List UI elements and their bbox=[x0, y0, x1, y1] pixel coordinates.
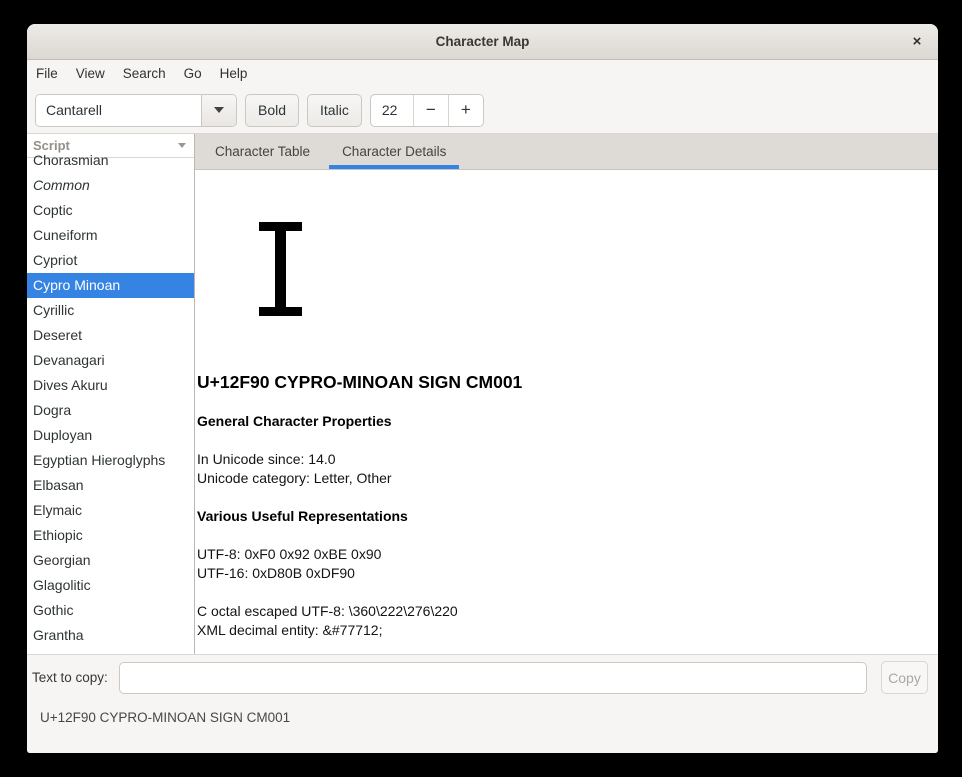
script-list-item-georgian[interactable]: Georgian bbox=[27, 548, 194, 573]
copy-button[interactable]: Copy bbox=[881, 661, 928, 694]
font-family-combo[interactable]: Cantarell bbox=[35, 94, 237, 127]
script-list-item-cyrillic[interactable]: Cyrillic bbox=[27, 298, 194, 323]
spacer bbox=[197, 583, 938, 602]
close-button[interactable]: × bbox=[904, 29, 930, 55]
main-pane: Character TableCharacter Details U+12F90… bbox=[195, 134, 938, 654]
menu-search[interactable]: Search bbox=[114, 60, 175, 87]
chevron-down-icon bbox=[214, 107, 224, 113]
bold-button[interactable]: Bold bbox=[245, 94, 299, 127]
text-to-copy-label: Text to copy: bbox=[32, 670, 108, 685]
script-list-item-gothic[interactable]: Gothic bbox=[27, 598, 194, 623]
font-family-dropdown-button[interactable] bbox=[202, 95, 236, 126]
text-to-copy-input[interactable] bbox=[119, 662, 867, 694]
minus-icon: − bbox=[426, 100, 436, 120]
script-list-item-grantha[interactable]: Grantha bbox=[27, 623, 194, 648]
status-text: U+12F90 CYPRO-MINOAN SIGN CM001 bbox=[40, 710, 290, 725]
section-heading-general-character-properties: General Character Properties bbox=[197, 412, 938, 431]
italic-button[interactable]: Italic bbox=[307, 94, 362, 127]
tabbar: Character TableCharacter Details bbox=[195, 134, 938, 170]
close-icon: × bbox=[913, 33, 922, 50]
window-title: Character Map bbox=[436, 34, 530, 49]
statusbar: U+12F90 CYPRO-MINOAN SIGN CM001 bbox=[27, 700, 938, 753]
font-size-value[interactable]: 22 bbox=[371, 95, 413, 126]
script-list-item-duployan[interactable]: Duployan bbox=[27, 423, 194, 448]
character-properties: General Character Properties In Unicode s… bbox=[197, 393, 938, 640]
property-line: In Unicode since: 14.0 bbox=[197, 450, 938, 469]
spacer bbox=[197, 488, 938, 507]
script-list-item-dogra[interactable]: Dogra bbox=[27, 398, 194, 423]
script-list-item-egyptian-hieroglyphs[interactable]: Egyptian Hieroglyphs bbox=[27, 448, 194, 473]
spacer bbox=[197, 526, 938, 545]
plus-icon: + bbox=[461, 100, 471, 120]
script-list-item-glagolitic[interactable]: Glagolitic bbox=[27, 573, 194, 598]
property-line: UTF-8: 0xF0 0x92 0xBE 0x90 bbox=[197, 545, 938, 564]
script-list-item-elymaic[interactable]: Elymaic bbox=[27, 498, 194, 523]
menubar: FileViewSearchGoHelp bbox=[27, 60, 938, 87]
script-list-item-cuneiform[interactable]: Cuneiform bbox=[27, 223, 194, 248]
script-list-item-common[interactable]: Common bbox=[27, 173, 194, 198]
script-list-item-chorasmian[interactable]: Chorasmian bbox=[27, 148, 194, 173]
script-list-item-devanagari[interactable]: Devanagari bbox=[27, 348, 194, 373]
script-list-item-cypro-minoan[interactable]: Cypro Minoan bbox=[27, 273, 194, 298]
script-list-item-elbasan[interactable]: Elbasan bbox=[27, 473, 194, 498]
menu-view[interactable]: View bbox=[67, 60, 114, 87]
font-family-value[interactable]: Cantarell bbox=[36, 95, 202, 126]
script-list-item-deseret[interactable]: Deseret bbox=[27, 323, 194, 348]
spacer bbox=[197, 393, 938, 412]
spacer bbox=[197, 431, 938, 450]
script-list-item-ethiopic[interactable]: Ethiopic bbox=[27, 523, 194, 548]
property-line: XML decimal entity: &#77712; bbox=[197, 621, 938, 640]
script-list-item-coptic[interactable]: Coptic bbox=[27, 198, 194, 223]
character-details-pane: U+12F90 CYPRO-MINOAN SIGN CM001 General … bbox=[195, 170, 938, 654]
decrease-font-size-button[interactable]: − bbox=[413, 95, 448, 126]
content-area: Script ChorasmianCommonCopticCuneiformCy… bbox=[27, 134, 938, 654]
script-list: ChorasmianCommonCopticCuneiformCypriotCy… bbox=[27, 148, 194, 654]
menu-go[interactable]: Go bbox=[175, 60, 211, 87]
cypro-minoan-sign-cm001-glyph bbox=[259, 222, 303, 316]
character-title: U+12F90 CYPRO-MINOAN SIGN CM001 bbox=[197, 371, 938, 393]
sidebar: Script ChorasmianCommonCopticCuneiformCy… bbox=[27, 134, 195, 654]
character-map-window: Character Map × FileViewSearchGoHelp Can… bbox=[27, 24, 938, 753]
menu-help[interactable]: Help bbox=[211, 60, 257, 87]
tab-character-table[interactable]: Character Table bbox=[202, 134, 323, 169]
copy-bar: Text to copy: Copy bbox=[27, 654, 938, 700]
menu-file[interactable]: File bbox=[27, 60, 67, 87]
font-size-spinner: 22 − + bbox=[370, 94, 484, 127]
increase-font-size-button[interactable]: + bbox=[448, 95, 483, 126]
script-list-item-dives-akuru[interactable]: Dives Akuru bbox=[27, 373, 194, 398]
script-list-item-cypriot[interactable]: Cypriot bbox=[27, 248, 194, 273]
section-heading-various-useful-representations: Various Useful Representations bbox=[197, 507, 938, 526]
property-line: UTF-16: 0xD80B 0xDF90 bbox=[197, 564, 938, 583]
property-line: Unicode category: Letter, Other bbox=[197, 469, 938, 488]
property-line: C octal escaped UTF-8: \360\222\276\220 bbox=[197, 602, 938, 621]
toolbar: Cantarell Bold Italic 22 − + bbox=[27, 87, 938, 134]
tab-character-details[interactable]: Character Details bbox=[329, 134, 459, 169]
titlebar[interactable]: Character Map × bbox=[27, 24, 938, 60]
